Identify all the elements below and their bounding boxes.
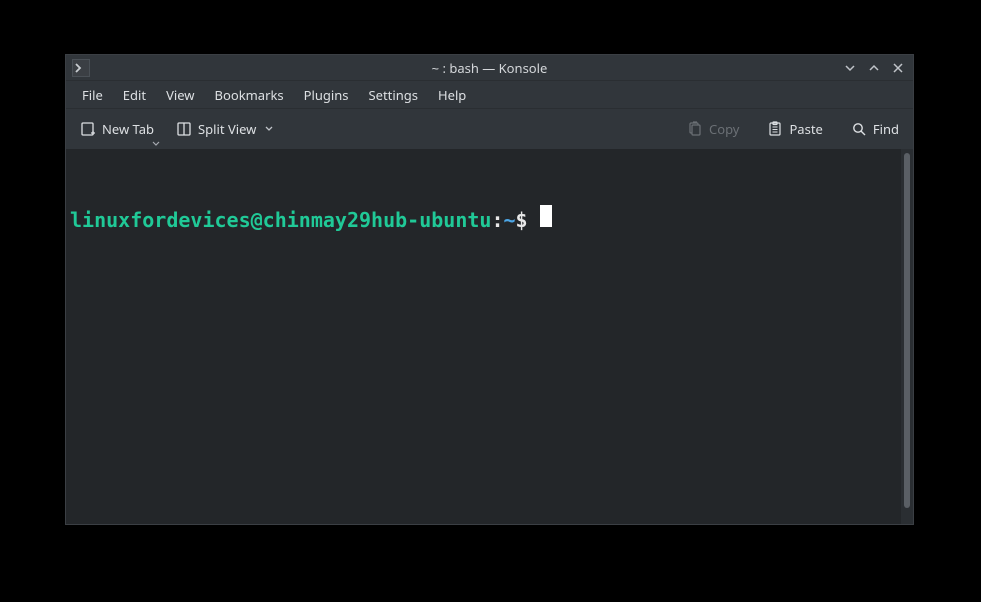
close-button[interactable] [889, 59, 907, 77]
menu-help[interactable]: Help [428, 82, 476, 108]
prompt-symbol: $ [516, 208, 528, 233]
paste-icon [767, 121, 783, 137]
menu-settings[interactable]: Settings [359, 82, 428, 108]
window-controls [841, 59, 907, 77]
terminal-icon [75, 63, 87, 73]
scrollbar-thumb[interactable] [904, 153, 910, 508]
copy-button[interactable]: Copy [681, 116, 745, 142]
app-icon [72, 59, 90, 77]
konsole-window: ~ : bash — Konsole File Edit View Book [65, 54, 914, 525]
find-label: Find [873, 120, 899, 138]
maximize-button[interactable] [865, 59, 883, 77]
search-icon [851, 121, 867, 137]
terminal-area: linuxfordevices@chinmay29hub-ubuntu:~$ [66, 149, 913, 524]
prompt-cwd: ~ [503, 208, 515, 233]
paste-label: Paste [789, 120, 822, 138]
toolbar-left: New Tab Split View [74, 116, 280, 142]
window-title: ~ : bash — Konsole [66, 59, 913, 77]
new-tab-button[interactable]: New Tab [74, 116, 160, 142]
chevron-down-icon [844, 62, 856, 74]
menu-edit[interactable]: Edit [113, 82, 156, 108]
toolbar-right: Copy Paste Find [681, 116, 905, 142]
chevron-up-icon [868, 62, 880, 74]
terminal-cursor [540, 205, 552, 227]
find-button[interactable]: Find [845, 116, 905, 142]
menubar: File Edit View Bookmarks Plugins Setting… [66, 81, 913, 109]
scrollbar[interactable] [901, 149, 913, 524]
toolbar: New Tab Split View [66, 109, 913, 149]
terminal-content[interactable]: linuxfordevices@chinmay29hub-ubuntu:~$ [66, 149, 901, 524]
paste-button[interactable]: Paste [761, 116, 828, 142]
prompt-colon: : [491, 208, 503, 233]
copy-label: Copy [709, 120, 739, 138]
chevron-down-icon [264, 124, 274, 134]
titlebar: ~ : bash — Konsole [66, 55, 913, 81]
split-view-icon [176, 121, 192, 137]
split-view-label: Split View [198, 120, 256, 138]
chevron-down-icon [152, 140, 160, 148]
minimize-button[interactable] [841, 59, 859, 77]
menu-file[interactable]: File [72, 82, 113, 108]
menu-view[interactable]: View [156, 82, 204, 108]
menu-bookmarks[interactable]: Bookmarks [205, 82, 294, 108]
copy-icon [687, 121, 703, 137]
new-tab-label: New Tab [102, 120, 154, 138]
close-icon [892, 62, 904, 74]
menu-plugins[interactable]: Plugins [294, 82, 359, 108]
prompt-line: linuxfordevices@chinmay29hub-ubuntu:~$ [70, 205, 897, 233]
prompt-user-host: linuxfordevices@chinmay29hub-ubuntu [70, 208, 491, 233]
split-view-button[interactable]: Split View [170, 116, 280, 142]
new-tab-icon [80, 121, 96, 137]
